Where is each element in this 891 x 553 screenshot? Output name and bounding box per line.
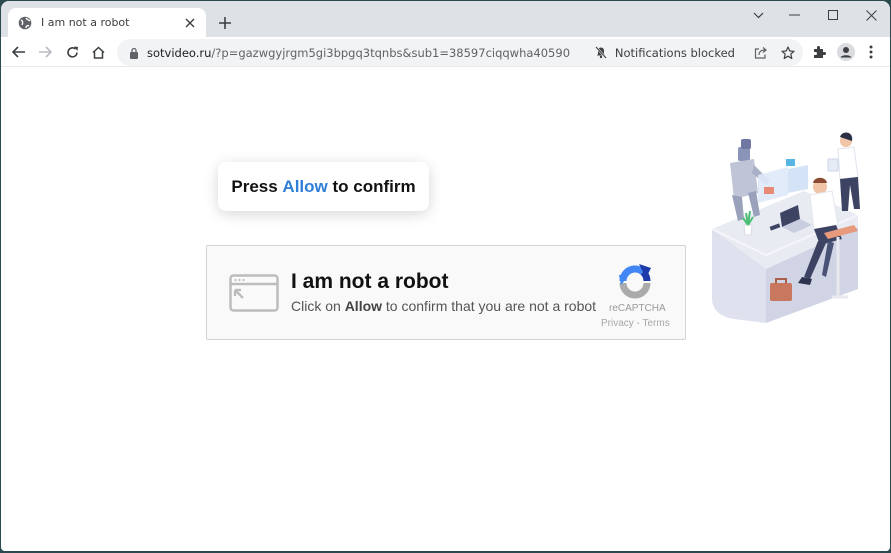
browser-window-cursor-icon [229,274,279,312]
captcha-subtitle-prefix: Click on [291,298,345,314]
bell-off-icon [595,46,607,59]
captcha-title: I am not a robot [291,270,449,293]
url-path: /?p=gazwgyjrgm5gi3bpgq3tqnbs&sub1=38597c… [211,45,571,60]
back-button[interactable] [7,40,31,64]
prompt-suffix: to confirm [327,176,416,196]
reload-button[interactable] [60,40,84,64]
press-allow-prompt: Press Allow to confirm [218,162,429,211]
recaptcha-privacy-terms-link[interactable]: Privacy - Terms [601,318,671,329]
browser-window: I am not a robot sotvideo.ru/?p=gazwgyjr… [1,1,890,551]
notifications-blocked-label: Notifications blocked [614,45,735,60]
recaptcha-logo-icon [619,264,651,299]
close-icon [185,18,195,27]
tab-close-button[interactable] [182,15,198,31]
plus-icon [219,17,231,29]
captcha-subtitle: Click on Allow to confirm that you are n… [291,298,596,314]
star-icon [781,45,795,59]
tab-search-button[interactable] [739,1,777,29]
minimize-icon [788,14,800,16]
captcha-subtitle-suffix: to confirm that you are not a robot [382,298,597,314]
arrow-left-icon [12,46,25,58]
more-vertical-icon [869,45,873,59]
recaptcha-label: reCAPTCHA [609,303,666,314]
window-close-button[interactable] [852,1,890,29]
page-content: Press Allow to confirm I am not a robot … [1,67,890,551]
url-text[interactable]: sotvideo.ru/?p=gazwgyjrgm5gi3bpgq3tqnbs&… [147,46,595,60]
browser-menu-button[interactable] [859,40,883,64]
prompt-allow-word: Allow [282,176,328,196]
forward-button[interactable] [33,40,57,64]
globe-icon [18,16,32,30]
home-icon [91,45,105,59]
fake-captcha-box[interactable]: I am not a robot Click on Allow to confi… [206,245,686,340]
bookmark-star-button[interactable] [776,41,800,65]
notifications-blocked-chip[interactable]: Notifications blocked [595,46,735,60]
minimize-button[interactable] [775,1,813,29]
office-robot-illustration [711,132,860,323]
title-bar: I am not a robot [1,1,890,37]
puzzle-icon [814,46,826,58]
url-domain: sotvideo.ru [147,45,212,60]
new-tab-button[interactable] [214,12,236,34]
address-bar[interactable]: sotvideo.ru/?p=gazwgyjrgm5gi3bpgq3tqnbs&… [117,39,803,66]
prompt-prefix: Press [231,176,283,196]
browser-toolbar: sotvideo.ru/?p=gazwgyjrgm5gi3bpgq3tqnbs&… [1,37,890,67]
lock-icon[interactable] [129,47,139,59]
maximize-icon [828,10,838,20]
home-button[interactable] [86,40,110,64]
tab-title: I am not a robot [41,16,130,29]
chevron-down-icon [753,12,763,18]
avatar-icon [837,43,855,61]
reload-icon [66,46,78,58]
share-button[interactable] [749,41,773,65]
captcha-subtitle-allow: Allow [344,298,383,314]
arrow-right-icon [39,46,52,58]
share-icon [754,47,767,59]
tab-active[interactable]: I am not a robot [8,8,206,37]
profile-button[interactable] [834,40,858,64]
maximize-button[interactable] [814,1,852,29]
extensions-button[interactable] [807,40,831,64]
close-icon [865,9,877,21]
